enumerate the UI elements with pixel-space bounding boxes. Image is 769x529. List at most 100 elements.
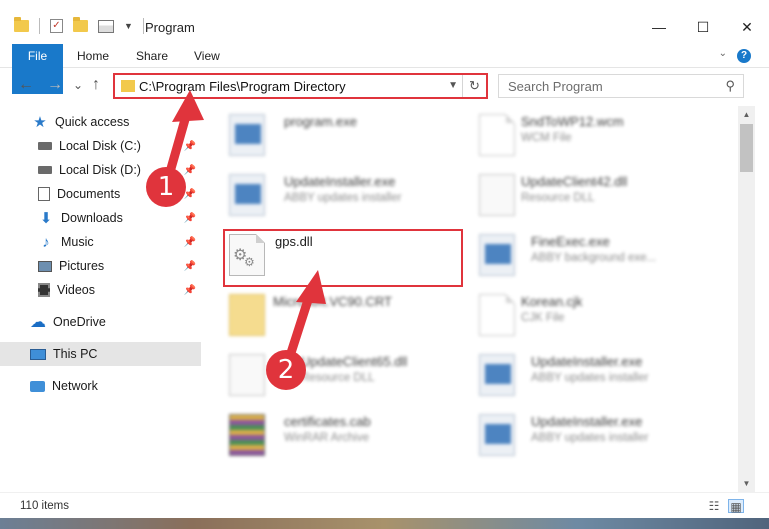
- help-icon[interactable]: ?: [737, 49, 751, 63]
- step-badge-2: 2: [266, 350, 306, 390]
- sidebar-item-local-disk-c[interactable]: Local Disk (C:) 📌: [0, 134, 201, 158]
- sidebar-item-label: Local Disk (C:): [59, 139, 141, 153]
- minimize-button[interactable]: —: [637, 14, 681, 40]
- window-title: Program: [145, 20, 195, 35]
- toolbar-separator: [39, 18, 40, 34]
- large-icons-view-icon[interactable]: ▦: [728, 499, 744, 514]
- file-item[interactable]: UpdateInstaller.exe ABBY updates install…: [451, 408, 691, 458]
- tab-view[interactable]: View: [194, 44, 220, 68]
- address-dropdown-chevron-icon[interactable]: ▼: [448, 80, 458, 91]
- sidebar-item-pictures[interactable]: Pictures 📌: [0, 254, 201, 278]
- drive-icon: [38, 166, 52, 174]
- step-badge-1: 1: [146, 167, 186, 207]
- sidebar-item-onedrive[interactable]: ☁ OneDrive: [0, 310, 201, 334]
- sidebar-item-quick-access[interactable]: ★ Quick access: [0, 110, 201, 134]
- file-name: UpdateInstaller.exe: [284, 174, 396, 189]
- file-description: ABBY background exe...: [531, 252, 657, 264]
- properties-check-icon[interactable]: ✓: [50, 19, 63, 33]
- properties-icon[interactable]: [98, 19, 114, 33]
- up-arrow-icon[interactable]: ↑: [92, 75, 100, 95]
- refresh-button[interactable]: ↻: [462, 75, 486, 97]
- sidebar-item-network[interactable]: Network: [0, 374, 201, 398]
- file-list: program.exe UpdateInstaller.exe ABBY upd…: [201, 106, 738, 492]
- folder-icon: [14, 17, 29, 32]
- tab-share[interactable]: Share: [136, 44, 168, 68]
- vertical-scrollbar[interactable]: ▲ ▼: [738, 106, 755, 492]
- maximize-button[interactable]: ☐: [681, 14, 725, 40]
- search-input[interactable]: Search Program ⚲: [498, 74, 744, 98]
- file-name: UpdateClient65.dll: [301, 354, 408, 369]
- details-view-icon[interactable]: ☷: [706, 499, 722, 513]
- expand-ribbon-chevron-icon[interactable]: ⌄: [719, 48, 727, 59]
- file-name: Microsoft.VC90.CRT: [273, 294, 392, 309]
- file-name: UpdateInstaller.exe: [531, 414, 643, 429]
- pin-icon: 📌: [183, 140, 196, 152]
- dll-icon: [229, 354, 265, 396]
- scroll-up-icon[interactable]: ▲: [738, 106, 755, 123]
- pin-icon: 📌: [183, 212, 196, 224]
- sidebar-item-downloads[interactable]: ⬇ Downloads 📌: [0, 206, 201, 230]
- document-icon: [479, 114, 515, 156]
- status-bar: 110 items ☷ ▦: [0, 492, 769, 518]
- folder-icon: [229, 294, 265, 336]
- app-icon: [479, 414, 515, 456]
- music-icon: ♪: [42, 233, 50, 251]
- file-name: Korean.cjk: [521, 294, 583, 309]
- back-arrow-icon[interactable]: ←: [18, 75, 34, 95]
- close-button[interactable]: ✕: [725, 14, 769, 40]
- customize-toolbar-chevron-icon[interactable]: ▼: [124, 21, 133, 31]
- file-item[interactable]: UpdateClient42.dll Resource DLL: [451, 168, 691, 218]
- file-item[interactable]: FineExec.exe ABBY background exe...: [451, 228, 691, 278]
- videos-icon: [38, 283, 50, 297]
- sidebar-item-this-pc[interactable]: This PC: [0, 342, 201, 366]
- scrollbar-thumb[interactable]: [740, 124, 753, 172]
- file-item[interactable]: Microsoft.VC90.CRT: [201, 288, 441, 338]
- sidebar-item-label: Videos: [57, 283, 95, 297]
- network-icon: [30, 380, 45, 392]
- file-description: Resource DLL: [301, 372, 375, 384]
- scroll-down-icon[interactable]: ▼: [738, 475, 755, 492]
- address-path: C:\Program Files\Program Directory: [139, 79, 346, 94]
- cloud-icon: ☁: [30, 314, 46, 331]
- forward-arrow-icon[interactable]: →: [47, 75, 63, 95]
- app-icon: [479, 354, 515, 396]
- new-folder-icon[interactable]: [73, 17, 88, 32]
- file-item[interactable]: UpdateInstaller.exe ABBY updates install…: [201, 168, 441, 218]
- sidebar-item-music[interactable]: ♪ Music 📌: [0, 230, 201, 254]
- file-name: SndToWP12.wcm: [521, 114, 624, 129]
- pin-icon: 📌: [183, 164, 196, 176]
- file-item[interactable]: UpdateInstaller.exe ABBY updates install…: [451, 348, 691, 398]
- sidebar-item-label: Downloads: [61, 211, 123, 225]
- pin-icon: 📌: [183, 284, 196, 296]
- file-description: ABBY updates installer: [531, 372, 649, 384]
- file-name: UpdateClient42.dll: [521, 174, 628, 189]
- folder-icon: [121, 80, 135, 92]
- address-bar[interactable]: C:\Program Files\Program Directory ▼ ↻: [113, 73, 488, 99]
- file-name: UpdateInstaller.exe: [531, 354, 643, 369]
- tab-home[interactable]: Home: [77, 44, 109, 68]
- file-item[interactable]: Korean.cjk CJK File: [451, 288, 691, 338]
- file-item[interactable]: SndToWP12.wcm WCM File: [451, 108, 691, 158]
- desktop-background: [0, 518, 769, 529]
- search-icon: ⚲: [725, 78, 735, 93]
- sidebar-item-label: This PC: [53, 347, 98, 361]
- pin-icon: 📌: [183, 260, 196, 272]
- app-icon: [229, 174, 265, 216]
- app-icon: [479, 234, 515, 276]
- highlight-box-gps-dll: [223, 229, 463, 287]
- sidebar-item-videos[interactable]: Videos 📌: [0, 278, 201, 302]
- file-item[interactable]: program.exe: [201, 108, 441, 158]
- sidebar-item-label: Documents: [57, 187, 121, 201]
- file-description: WinRAR Archive: [284, 432, 369, 444]
- sidebar-item-label: Local Disk (D:): [59, 163, 141, 177]
- file-item[interactable]: UpdateClient65.dll Resource DLL: [201, 348, 441, 398]
- recent-locations-chevron-icon[interactable]: ⌄: [73, 75, 83, 95]
- star-icon: ★: [33, 114, 47, 131]
- sidebar-item-label: Quick access: [55, 115, 130, 129]
- file-item[interactable]: certificates.cab WinRAR Archive: [201, 408, 441, 458]
- file-name: FineExec.exe: [531, 234, 610, 249]
- file-description: CJK File: [521, 312, 565, 324]
- drive-icon: [38, 142, 52, 150]
- window-controls: — ☐ ✕: [637, 14, 769, 40]
- file-description: WCM File: [521, 132, 572, 144]
